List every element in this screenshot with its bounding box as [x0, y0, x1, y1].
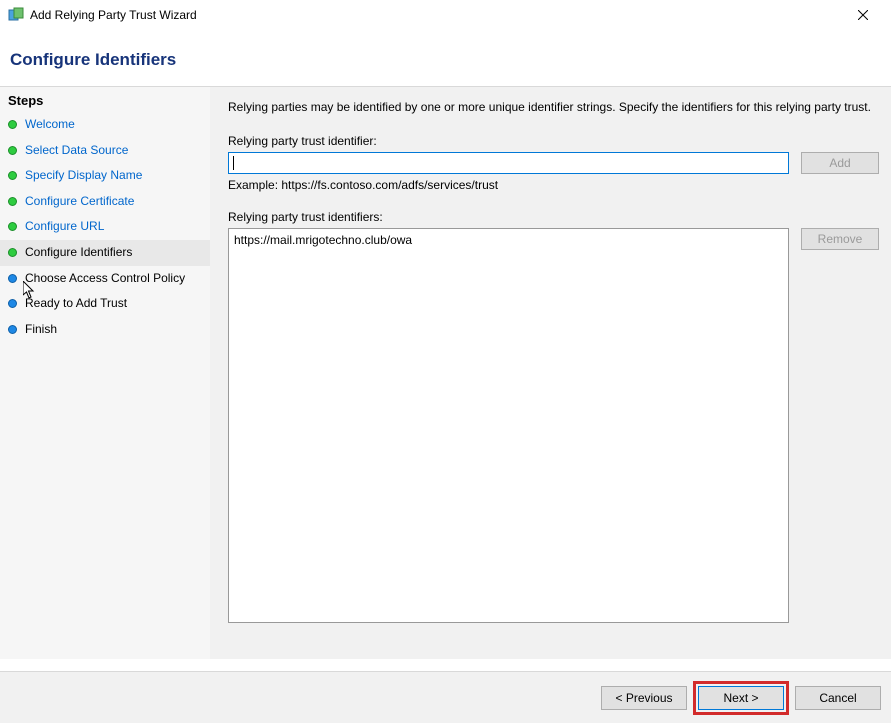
bullet-icon	[8, 299, 17, 308]
step-ready-to-add-trust[interactable]: Ready to Add Trust	[0, 291, 210, 317]
step-label: Specify Display Name	[25, 168, 142, 184]
cancel-button[interactable]: Cancel	[795, 686, 881, 710]
text-caret	[233, 156, 234, 170]
list-item[interactable]: https://mail.mrigotechno.club/owa	[234, 232, 783, 248]
identifier-input[interactable]	[228, 152, 789, 174]
step-select-data-source[interactable]: Select Data Source	[0, 138, 210, 164]
step-label: Select Data Source	[25, 143, 128, 159]
bullet-icon	[8, 120, 17, 129]
bullet-icon	[8, 222, 17, 231]
step-label: Configure Identifiers	[25, 245, 132, 261]
window-title: Add Relying Party Trust Wizard	[30, 8, 843, 22]
steps-sidebar: Steps Welcome Select Data Source Specify…	[0, 86, 210, 659]
remove-button[interactable]: Remove	[801, 228, 879, 250]
step-choose-access-control-policy[interactable]: Choose Access Control Policy	[0, 266, 210, 292]
next-button[interactable]: Next >	[698, 686, 784, 710]
step-label: Finish	[25, 322, 57, 338]
wizard-footer: < Previous Next > Cancel	[0, 671, 891, 723]
steps-title: Steps	[0, 87, 210, 112]
step-label: Configure Certificate	[25, 194, 134, 210]
identifiers-label: Relying party trust identifiers:	[228, 210, 879, 224]
step-configure-certificate[interactable]: Configure Certificate	[0, 189, 210, 215]
bullet-icon	[8, 171, 17, 180]
description-text: Relying parties may be identified by one…	[228, 99, 879, 116]
step-label: Configure URL	[25, 219, 104, 235]
main-panel: Relying parties may be identified by one…	[210, 86, 891, 659]
bullet-icon	[8, 325, 17, 334]
step-finish[interactable]: Finish	[0, 317, 210, 343]
step-configure-url[interactable]: Configure URL	[0, 214, 210, 240]
previous-button[interactable]: < Previous	[601, 686, 687, 710]
identifier-label: Relying party trust identifier:	[228, 134, 879, 148]
next-highlight-box: Next >	[693, 681, 789, 715]
identifiers-listbox[interactable]: https://mail.mrigotechno.club/owa	[228, 228, 789, 623]
bullet-icon	[8, 197, 17, 206]
titlebar: Add Relying Party Trust Wizard	[0, 0, 891, 30]
step-specify-display-name[interactable]: Specify Display Name	[0, 163, 210, 189]
app-icon	[8, 7, 24, 23]
step-label: Choose Access Control Policy	[25, 271, 185, 287]
step-configure-identifiers[interactable]: Configure Identifiers	[0, 240, 210, 266]
step-label: Welcome	[25, 117, 75, 133]
bullet-icon	[8, 146, 17, 155]
close-button[interactable]	[843, 1, 883, 29]
bullet-icon	[8, 274, 17, 283]
bullet-icon	[8, 248, 17, 257]
example-text: Example: https://fs.contoso.com/adfs/ser…	[228, 178, 879, 192]
page-title: Configure Identifiers	[10, 50, 881, 70]
step-welcome[interactable]: Welcome	[0, 112, 210, 138]
add-button[interactable]: Add	[801, 152, 879, 174]
step-label: Ready to Add Trust	[25, 296, 127, 312]
page-header: Configure Identifiers	[0, 30, 891, 86]
